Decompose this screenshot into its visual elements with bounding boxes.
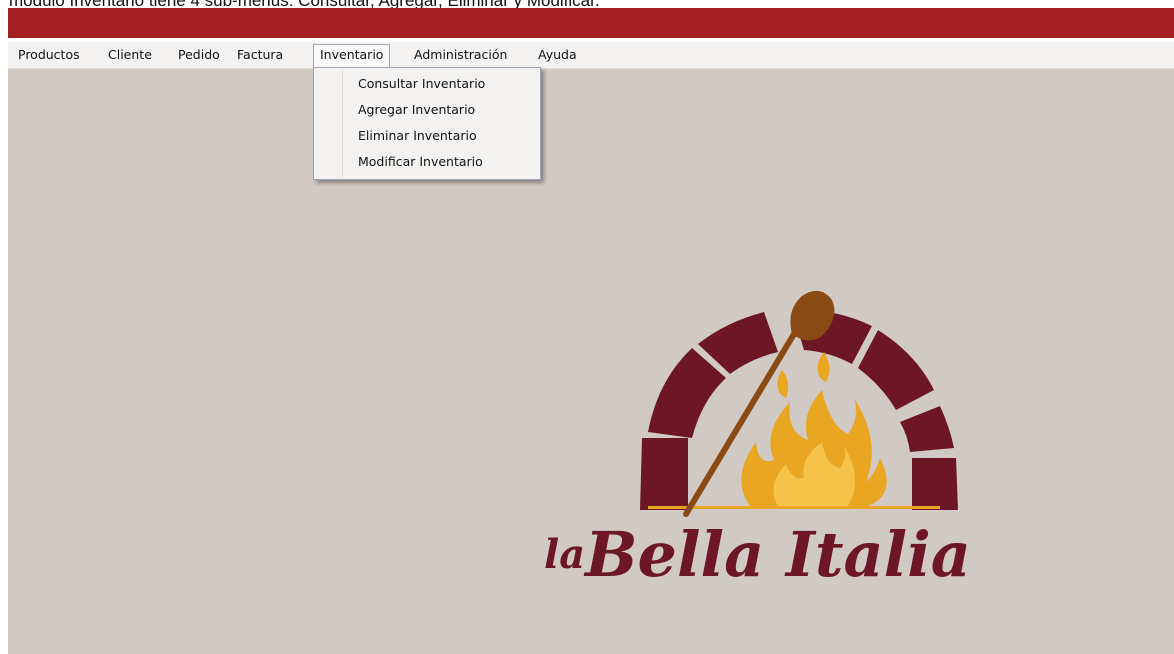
menu-item-agregar-inventario[interactable]: Agregar Inventario — [316, 98, 538, 122]
menu-cliente[interactable]: Cliente — [102, 44, 158, 66]
logo-wordmark: laBella Italia — [544, 520, 971, 606]
menu-factura[interactable]: Factura — [231, 44, 289, 66]
menu-item-modificar-inventario[interactable]: Modificar Inventario — [316, 150, 538, 174]
menubar: Productos Cliente Pedido Factura Inventa… — [8, 42, 1174, 69]
menu-pedido[interactable]: Pedido — [172, 44, 226, 66]
menu-item-consultar-inventario[interactable]: Consultar Inventario — [316, 72, 538, 96]
logo-prefix: la — [544, 531, 586, 578]
menu-inventario[interactable]: Inventario — [313, 44, 391, 68]
inventario-dropdown-menu: Consultar Inventario Agregar Inventario … — [313, 67, 541, 180]
menu-productos[interactable]: Productos — [12, 44, 86, 66]
menu-administracion[interactable]: Administración — [408, 44, 513, 66]
flame-icon — [741, 352, 887, 506]
title-bar — [8, 8, 1174, 38]
menu-item-eliminar-inventario[interactable]: Eliminar Inventario — [316, 124, 538, 148]
menu-ayuda[interactable]: Ayuda — [532, 44, 583, 66]
bella-italia-logo: laBella Italia — [530, 282, 1070, 602]
logo-name: Bella Italia — [585, 518, 971, 591]
